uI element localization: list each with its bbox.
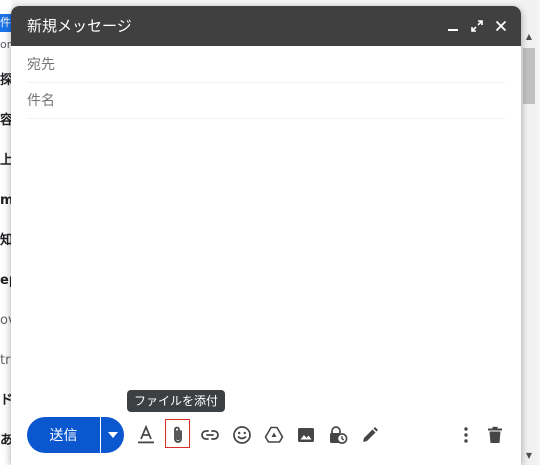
confidential-mode-icon[interactable] — [326, 423, 350, 447]
more-options-icon[interactable] — [454, 423, 478, 447]
send-button[interactable]: 送信 — [27, 417, 100, 453]
attach-tooltip: ファイルを添付 — [127, 390, 226, 412]
to-input[interactable] — [27, 47, 505, 82]
close-icon[interactable] — [491, 16, 511, 36]
insert-link-icon[interactable] — [198, 423, 222, 447]
scroll-thumb[interactable] — [523, 48, 535, 104]
send-options-button[interactable] — [101, 417, 124, 453]
compose-title: 新規メッセージ — [27, 17, 132, 35]
scroll-down-arrow-icon[interactable]: ▼ — [521, 449, 537, 463]
delete-draft-icon[interactable] — [483, 423, 507, 447]
message-body[interactable] — [27, 124, 505, 404]
google-drive-icon[interactable] — [262, 423, 286, 447]
emoji-icon[interactable] — [230, 423, 254, 447]
page-scrollbar[interactable]: ▲ ▼ — [521, 0, 537, 465]
signature-pen-icon[interactable] — [358, 423, 382, 447]
subject-input[interactable] — [27, 83, 505, 118]
compose-header[interactable]: 新規メッセージ — [11, 6, 521, 46]
caret-down-icon — [107, 432, 118, 438]
fullscreen-icon[interactable] — [467, 16, 487, 36]
compose-window: 新規メッセージ ファイルを添付 送信 — [11, 6, 521, 465]
insert-photo-icon[interactable] — [294, 423, 318, 447]
recipients-field — [27, 47, 505, 83]
text-format-icon[interactable] — [134, 423, 158, 447]
subject-field — [27, 83, 505, 119]
attach-file-icon[interactable] — [166, 423, 190, 447]
minimize-icon[interactable] — [443, 16, 463, 36]
scroll-up-arrow-icon[interactable]: ▲ — [521, 30, 537, 44]
